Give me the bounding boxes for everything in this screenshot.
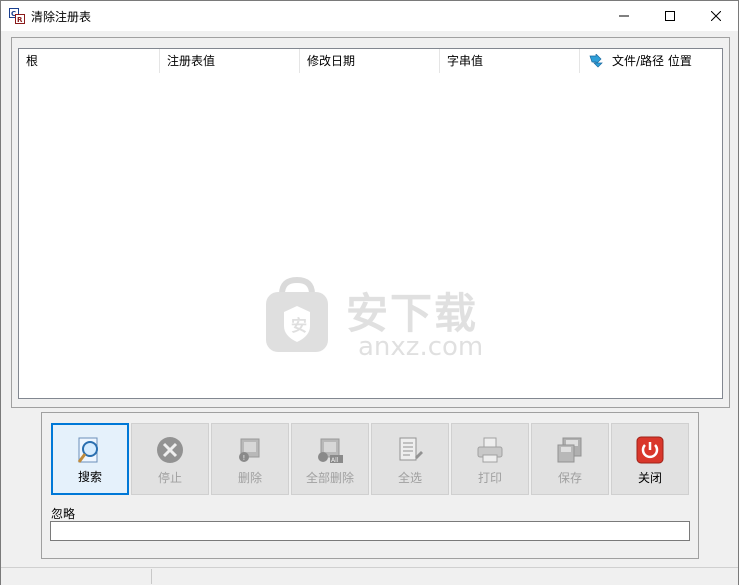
delete-icon: ! xyxy=(239,438,260,462)
window-title: 清除注册表 xyxy=(31,10,92,24)
ignore-input[interactable] xyxy=(50,521,690,541)
column-header-file-path[interactable]: 文件/路径 位置 xyxy=(580,49,722,73)
status-bar xyxy=(1,567,738,585)
status-cell-2 xyxy=(152,569,738,584)
power-icon xyxy=(636,436,664,464)
stop-icon xyxy=(157,437,183,463)
column-header-modified-date[interactable]: 修改日期 xyxy=(300,49,440,73)
select-all-icon xyxy=(399,437,423,461)
print-icon xyxy=(477,437,503,463)
shield-bag-icon: 安 xyxy=(266,276,328,352)
stop-button[interactable]: 停止 xyxy=(131,423,209,495)
toolbar: 搜索 停止 ! 删除 All 全部删除 全选 打印 保存 关闭 xyxy=(51,423,691,497)
watermark: 安 安下载 anxz.com xyxy=(262,276,492,386)
delete-button[interactable]: ! 删除 xyxy=(211,423,289,495)
print-button-label: 打印 xyxy=(477,471,502,485)
maximize-icon xyxy=(665,11,675,21)
ignore-label: 忽略 xyxy=(51,507,76,521)
save-icon xyxy=(557,437,582,463)
close-button-label: 关闭 xyxy=(637,471,662,485)
column-header-root[interactable]: 根 xyxy=(19,49,160,73)
svg-text:安: 安 xyxy=(291,316,307,335)
minimize-icon xyxy=(619,15,629,17)
column-header-registry-value[interactable]: 注册表值 xyxy=(160,49,300,73)
select-all-button-label: 全选 xyxy=(397,471,422,485)
select-all-button[interactable]: 全选 xyxy=(371,423,449,495)
close-icon xyxy=(711,11,721,21)
sort-arrow-icon xyxy=(589,54,603,68)
column-header-file-path-label: 文件/路径 位置 xyxy=(612,54,692,68)
status-cell-1 xyxy=(1,569,152,584)
save-button-label: 保存 xyxy=(557,471,582,485)
app-icon: C R xyxy=(9,8,25,24)
delete-all-button[interactable]: All 全部删除 xyxy=(291,423,369,495)
controls-panel: 搜索 停止 ! 删除 All 全部删除 全选 打印 保存 关闭 忽略 xyxy=(41,412,699,559)
delete-all-button-label: 全部删除 xyxy=(305,471,354,485)
delete-button-label: 删除 xyxy=(237,471,262,485)
print-button[interactable]: 打印 xyxy=(451,423,529,495)
list-header: 根 注册表值 修改日期 字串值 文件/路径 位置 xyxy=(19,49,722,73)
search-icon xyxy=(77,437,98,463)
svg-text:!: ! xyxy=(243,454,246,462)
delete-all-icon: All xyxy=(318,438,343,464)
maximize-button[interactable] xyxy=(647,1,693,31)
stop-button-label: 停止 xyxy=(157,471,182,485)
results-listview[interactable]: 根 注册表值 修改日期 字串值 文件/路径 位置 安 安下载 anxz.com xyxy=(18,48,723,399)
minimize-button[interactable] xyxy=(601,1,647,31)
search-button[interactable]: 搜索 xyxy=(51,423,129,495)
title-bar[interactable]: C R 清除注册表 xyxy=(1,1,738,31)
svg-text:R: R xyxy=(17,16,23,24)
search-button-label: 搜索 xyxy=(77,470,102,484)
close-window-button[interactable] xyxy=(693,1,739,31)
svg-text:All: All xyxy=(331,457,339,464)
close-button[interactable]: 关闭 xyxy=(611,423,689,495)
results-panel: 根 注册表值 修改日期 字串值 文件/路径 位置 安 安下载 anxz.com xyxy=(11,37,730,408)
save-button[interactable]: 保存 xyxy=(531,423,609,495)
column-header-string-value[interactable]: 字串值 xyxy=(440,49,580,73)
watermark-text-en: anxz.com xyxy=(358,332,484,362)
main-window: C R 清除注册表 根 注册表值 修改日期 字串值 文件/路径 位置 安 安下载… xyxy=(0,0,739,585)
